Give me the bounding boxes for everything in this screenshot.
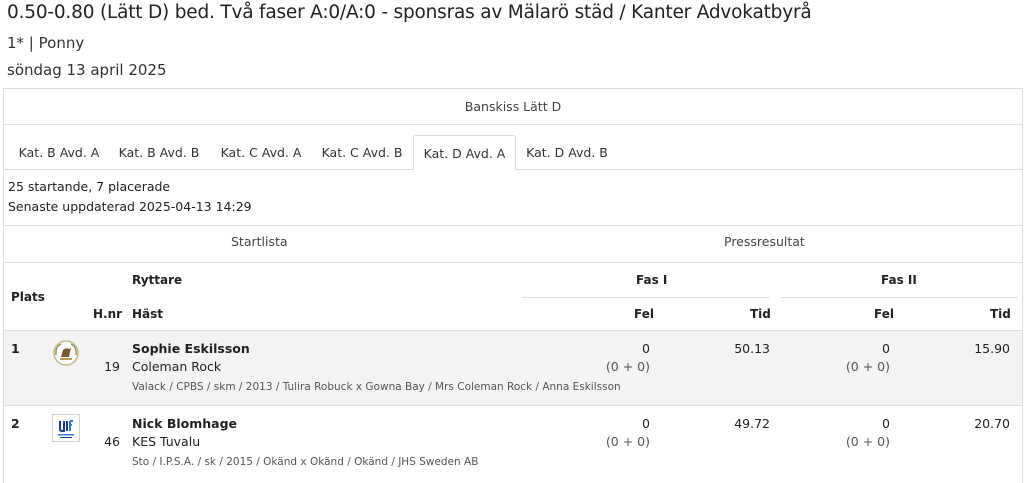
table-row[interactable]: 1 19 Sophie Eskilsson Coleman Rock Valac… [4, 331, 1022, 406]
club-logo-icon [52, 339, 80, 367]
horse-number: 19 [104, 359, 120, 374]
col-header-phase1-faults: Fel [634, 307, 654, 321]
horse-name[interactable]: KES Tuvalu [132, 434, 200, 449]
tab-label: Kat. B Avd. A [18, 145, 100, 160]
page-title: 0.50-0.80 (Lätt D) bed. Två faser A:0/A:… [7, 2, 812, 23]
phase2-time: 15.90 [974, 341, 1010, 356]
phase1-underline [522, 297, 770, 298]
level-info: 1* | Ponny [7, 34, 85, 52]
tab-kat-c-avd-a[interactable]: Kat. C Avd. A [210, 135, 312, 170]
tab-label: Kat. C Avd. B [321, 145, 403, 160]
place: 1 [11, 341, 20, 356]
course-sketch-link[interactable]: Banskiss Lätt D [4, 89, 1022, 125]
col-header-phase2: Fas II [881, 273, 917, 287]
tab-kat-d-avd-a[interactable]: Kat. D Avd. A [413, 135, 516, 171]
col-header-rider: Ryttare [132, 273, 183, 287]
tab-kat-b-avd-a[interactable]: Kat. B Avd. A [4, 135, 114, 170]
phase1-breakdown: (0 + 0) [605, 434, 650, 449]
press-results-heading: Pressresultat [724, 234, 805, 249]
phase2-breakdown: (0 + 0) [845, 359, 890, 374]
col-header-phase1: Fas I [636, 273, 668, 287]
category-tabs: Kat. B Avd. A Kat. B Avd. B Kat. C Avd. … [4, 135, 1022, 171]
phase2-breakdown: (0 + 0) [845, 434, 890, 449]
tab-label: Kat. B Avd. B [118, 145, 200, 160]
phase1-faults: 0 [642, 341, 650, 356]
col-header-phase2-faults: Fel [874, 307, 894, 321]
col-header-hnr: H.nr [93, 307, 123, 321]
divider [4, 225, 1022, 226]
col-header-horse: Häst [132, 307, 164, 321]
startlist-heading: Startlista [231, 234, 288, 249]
tab-label: Kat. D Avd. B [526, 145, 608, 160]
tab-kat-b-avd-b[interactable]: Kat. B Avd. B [109, 135, 209, 170]
tab-label: Kat. D Avd. A [423, 145, 506, 161]
phase1-time: 50.13 [734, 341, 770, 356]
horse-details: Sto / I.P.S.A. / sk / 2015 / Okänd x Okä… [132, 456, 479, 468]
competition-date: söndag 13 april 2025 [7, 61, 167, 79]
last-updated: Senaste uppdaterad 2025-04-13 14:29 [8, 199, 252, 214]
phase2-faults: 0 [882, 416, 890, 431]
col-header-phase2-time: Tid [990, 307, 1011, 321]
phase2-time: 20.70 [974, 416, 1010, 431]
club-logo-icon [52, 414, 80, 442]
results-panel: Banskiss Lätt D Kat. B Avd. A Kat. B Avd… [3, 88, 1023, 483]
col-header-phase1-time: Tid [750, 307, 771, 321]
divider [4, 262, 1022, 263]
phase1-time: 49.72 [734, 416, 770, 431]
tab-kat-c-avd-b[interactable]: Kat. C Avd. B [311, 135, 413, 170]
place: 2 [11, 416, 20, 431]
phase1-faults: 0 [642, 416, 650, 431]
horse-details: Valack / CPBS / skm / 2013 / Tulira Robu… [132, 381, 621, 393]
tab-kat-d-avd-b[interactable]: Kat. D Avd. B [517, 135, 617, 170]
horse-number: 46 [104, 434, 120, 449]
col-header-place: Plats [11, 290, 45, 304]
phase1-breakdown: (0 + 0) [605, 359, 650, 374]
horse-name[interactable]: Coleman Rock [132, 359, 221, 374]
starters-count: 25 startande, 7 placerade [8, 179, 171, 194]
phase2-underline [780, 297, 1018, 298]
course-sketch-label: Banskiss Lätt D [464, 99, 562, 114]
tab-label: Kat. C Avd. A [220, 145, 302, 160]
table-row[interactable]: 2 46 Nick Blomhage KES Tuvalu Sto / I.P.… [4, 406, 1022, 481]
phase2-faults: 0 [882, 341, 890, 356]
rider-name[interactable]: Sophie Eskilsson [132, 341, 250, 356]
rider-name[interactable]: Nick Blomhage [132, 416, 237, 431]
